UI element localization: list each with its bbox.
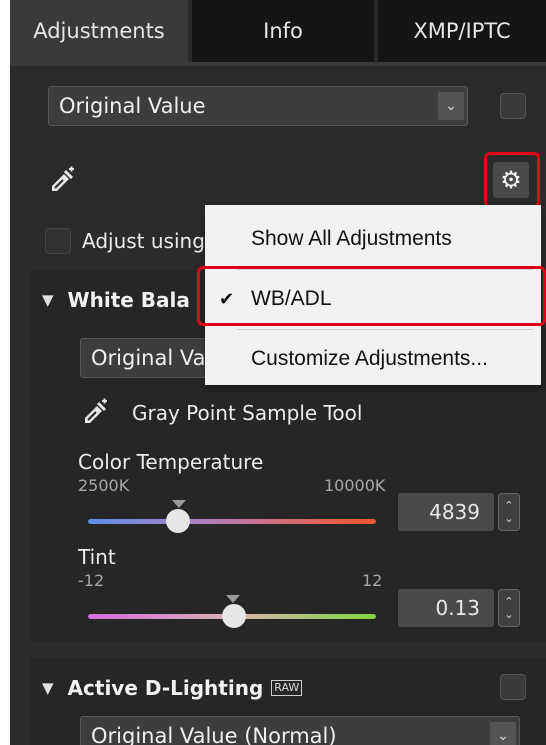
tint-label: Tint xyxy=(78,545,116,569)
tab-underline xyxy=(10,62,546,66)
color-temperature-input[interactable]: 4839 xyxy=(398,493,494,531)
tab-info[interactable]: Info xyxy=(192,0,374,62)
tint-slider-knob[interactable] xyxy=(221,604,246,628)
tab-adjustments[interactable]: Adjustments xyxy=(10,0,188,62)
chevron-down-icon: ⌄ xyxy=(490,722,516,745)
active-d-lighting-select[interactable]: Original Value (Normal) ⌄ xyxy=(80,716,520,745)
white-balance-select-value: Original Va xyxy=(91,346,206,370)
collapse-triangle-icon: ▼ xyxy=(42,291,54,309)
adjust-using-checkbox[interactable] xyxy=(45,228,71,254)
stepper-down-icon[interactable]: ⌄ xyxy=(504,512,513,525)
tint-min: -12 xyxy=(78,571,105,590)
highlight-wb-adl xyxy=(197,266,546,326)
stepper-up-icon[interactable]: ⌃ xyxy=(504,499,513,512)
tab-adjustments-label: Adjustments xyxy=(33,19,165,43)
default-tick-marker xyxy=(172,500,186,508)
collapse-triangle-icon: ▼ xyxy=(42,679,54,697)
highlight-gear xyxy=(484,152,540,208)
default-tick-marker xyxy=(226,595,240,603)
color-temperature-stepper[interactable]: ⌃ ⌄ xyxy=(498,493,520,531)
color-temperature-value: 4839 xyxy=(429,500,480,524)
tint-value: 0.13 xyxy=(435,596,480,620)
tab-info-label: Info xyxy=(263,19,303,43)
preset-select-value: Original Value xyxy=(59,94,206,118)
gray-point-eyedropper-icon[interactable] xyxy=(80,398,110,428)
menu-item-label: Show All Adjustments xyxy=(251,227,452,250)
tab-bar: Adjustments Info XMP/IPTC xyxy=(10,0,546,62)
tab-xmp-iptc-label: XMP/IPTC xyxy=(413,19,511,43)
color-temperature-max: 10000K xyxy=(324,476,386,495)
menu-item-customize-adjustments[interactable]: Customize Adjustments... xyxy=(205,337,541,381)
tint-stepper[interactable]: ⌃ ⌄ xyxy=(498,589,520,627)
menu-item-show-all-adjustments[interactable]: Show All Adjustments xyxy=(205,217,541,261)
color-temperature-slider-knob[interactable] xyxy=(165,509,190,533)
chevron-down-icon: ⌄ xyxy=(438,92,464,120)
white-balance-title: White Bala xyxy=(67,288,190,312)
tint-max: 12 xyxy=(362,571,383,590)
menu-item-label: Customize Adjustments... xyxy=(251,347,488,370)
raw-badge: RAW xyxy=(271,680,303,696)
active-d-lighting-header[interactable]: ▼ Active D-Lighting RAW xyxy=(42,676,303,700)
stepper-down-icon[interactable]: ⌄ xyxy=(504,608,513,621)
adjust-using-label: Adjust using xyxy=(82,229,205,253)
tint-input[interactable]: 0.13 xyxy=(398,589,494,627)
menu-separator xyxy=(237,329,533,330)
preset-select[interactable]: Original Value ⌄ xyxy=(48,86,468,126)
eyedropper-icon[interactable] xyxy=(47,166,77,196)
gray-point-tool-label[interactable]: Gray Point Sample Tool xyxy=(132,401,362,425)
active-d-lighting-select-value: Original Value (Normal) xyxy=(91,724,337,745)
active-d-lighting-title: Active D-Lighting xyxy=(67,676,264,700)
white-balance-header[interactable]: ▼ White Bala xyxy=(42,288,190,312)
color-temperature-min: 2500K xyxy=(78,476,130,495)
color-temperature-label: Color Temperature xyxy=(78,450,264,474)
active-d-lighting-checkbox[interactable] xyxy=(500,674,526,700)
tab-xmp-iptc[interactable]: XMP/IPTC xyxy=(378,0,546,62)
preset-checkbox[interactable] xyxy=(500,93,526,119)
stepper-up-icon[interactable]: ⌃ xyxy=(504,595,513,608)
color-temperature-slider-track[interactable] xyxy=(88,519,376,524)
